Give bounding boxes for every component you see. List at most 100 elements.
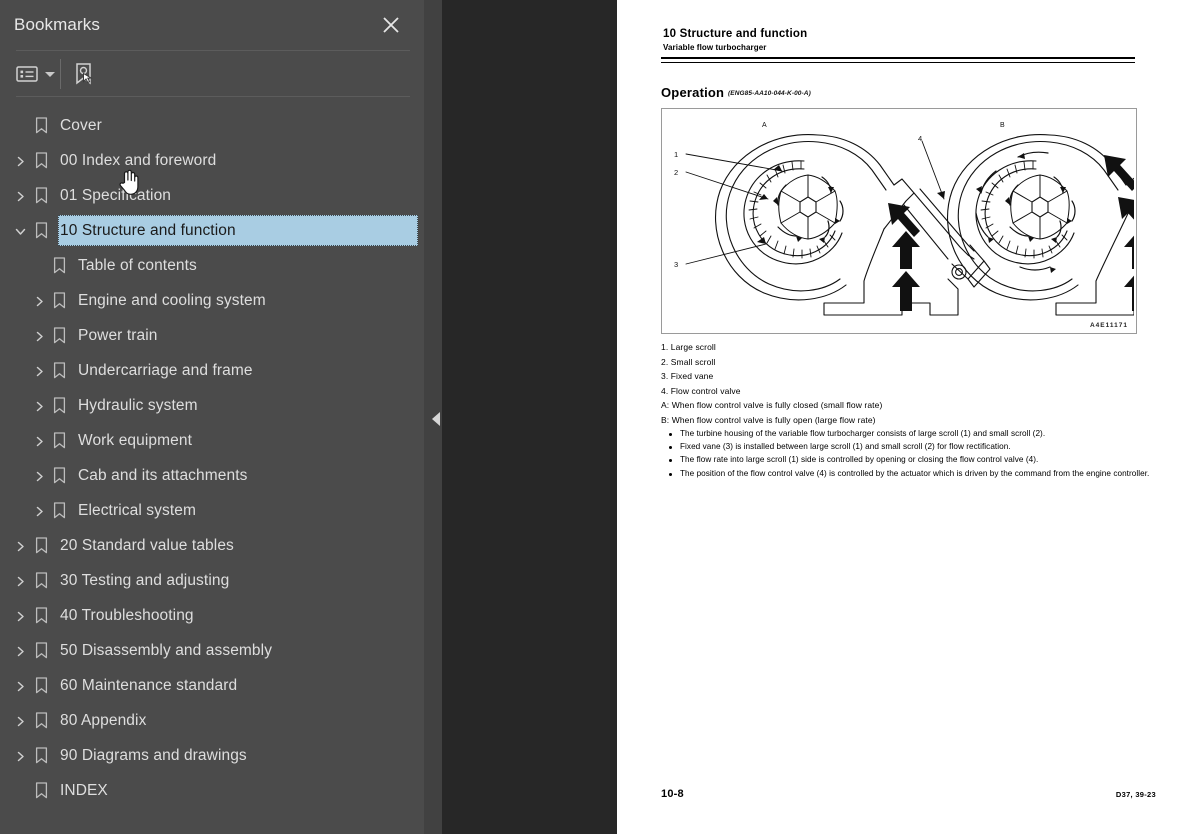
- bullet-item: The position of the flow control valve (…: [669, 468, 1155, 481]
- bookmark-icon: [50, 254, 68, 276]
- chevron-right-icon[interactable]: [29, 501, 49, 521]
- chevron-right-icon[interactable]: [10, 676, 30, 696]
- bookmark-row[interactable]: Hydraulic system: [0, 388, 424, 423]
- bookmark-row[interactable]: Engine and cooling system: [0, 283, 424, 318]
- bullet-item: The flow rate into large scroll (1) side…: [669, 454, 1155, 467]
- bookmark-icon: [32, 149, 50, 171]
- chevron-right-icon[interactable]: [29, 291, 49, 311]
- panel-title: Bookmarks: [14, 15, 100, 34]
- chevron-down-icon: [45, 71, 55, 77]
- bookmark-label: 00 Index and foreword: [60, 151, 217, 169]
- bookmark-label: 30 Testing and adjusting: [60, 571, 230, 589]
- bookmark-tree: Cover 00 Index and foreword 01 Specificati…: [0, 102, 424, 808]
- svg-text:2: 2: [674, 168, 678, 177]
- bookmark-icon: [32, 184, 50, 206]
- chevron-right-icon[interactable]: [29, 361, 49, 381]
- bookmark-label: 01 Specification: [60, 186, 172, 204]
- svg-text:3: 3: [674, 260, 678, 269]
- legend-line: 3. Fixed vane: [661, 371, 714, 382]
- bookmark-label: 40 Troubleshooting: [60, 606, 194, 624]
- bookmark-row[interactable]: Cab and its attachments: [0, 458, 424, 493]
- figure-legend: 1. Large scroll 2. Small scroll 3. Fixed v…: [661, 340, 1135, 428]
- bookmark-icon: [32, 534, 50, 556]
- bookmarks-panel: Bookmarks Cover 00 Index and foreword 01…: [0, 0, 424, 834]
- bookmark-label: Engine and cooling system: [78, 291, 266, 309]
- bookmark-row[interactable]: 20 Standard value tables: [0, 528, 424, 563]
- bookmark-row[interactable]: Power train: [0, 318, 424, 353]
- chevron-right-icon[interactable]: [29, 431, 49, 451]
- bookmark-label: Cover: [60, 116, 102, 134]
- bookmark-row[interactable]: Electrical system: [0, 493, 424, 528]
- bookmark-label: INDEX: [60, 781, 108, 799]
- bookmark-label: 20 Standard value tables: [60, 536, 234, 554]
- viewer-background: [442, 0, 617, 834]
- bookmark-icon: [32, 604, 50, 626]
- bookmark-label: 90 Diagrams and drawings: [60, 746, 247, 764]
- new-bookmark-icon[interactable]: [73, 60, 95, 88]
- description-bullets: The turbine housing of the variable flow…: [661, 428, 1155, 481]
- chevron-down-icon[interactable]: [10, 221, 30, 241]
- collapse-sidebar-button[interactable]: [429, 409, 443, 429]
- list-options-icon[interactable]: [16, 60, 55, 88]
- chevron-right-icon[interactable]: [29, 466, 49, 486]
- chevron-right-icon[interactable]: [10, 186, 30, 206]
- bookmark-icon: [50, 429, 68, 451]
- bookmark-row[interactable]: 50 Disassembly and assembly: [0, 633, 424, 668]
- bookmark-row[interactable]: Undercarriage and frame: [0, 353, 424, 388]
- bookmark-icon: [50, 324, 68, 346]
- bookmark-row[interactable]: INDEX: [0, 773, 424, 808]
- legend-line: 1. Large scroll: [661, 342, 716, 352]
- bookmark-icon: [32, 779, 50, 801]
- section-title: Operation: [661, 85, 725, 100]
- bookmark-icon: [32, 114, 50, 136]
- figure-drawing-code: A4E11171: [1089, 322, 1128, 329]
- chevron-right-icon[interactable]: [10, 151, 30, 171]
- bookmarks-panel-header: Bookmarks: [0, 0, 424, 51]
- chevron-right-icon[interactable]: [10, 536, 30, 556]
- chevron-right-icon[interactable]: [10, 746, 30, 766]
- bookmark-label: 80 Appendix: [60, 711, 147, 729]
- bookmark-row[interactable]: 80 Appendix: [0, 703, 424, 738]
- svg-text:4: 4: [918, 134, 922, 143]
- toolbar-separator: [60, 59, 61, 89]
- chevron-right-icon[interactable]: [29, 396, 49, 416]
- toolbar-divider: [16, 96, 410, 97]
- bookmark-label: Work equipment: [78, 431, 192, 449]
- bookmark-row[interactable]: Work equipment: [0, 423, 424, 458]
- chevron-right-icon[interactable]: [10, 641, 30, 661]
- chevron-right-icon[interactable]: [29, 326, 49, 346]
- svg-text:1: 1: [674, 150, 678, 159]
- page-header-title: 10 Structure and function: [663, 28, 808, 40]
- bookmark-row[interactable]: 90 Diagrams and drawings: [0, 738, 424, 773]
- bookmark-row[interactable]: 01 Specification: [0, 178, 424, 213]
- bookmark-label: Power train: [78, 326, 158, 344]
- pdf-page[interactable]: 10 Structure and function Variable flow …: [617, 0, 1200, 834]
- bookmark-row[interactable]: 10 Structure and function: [0, 213, 424, 248]
- bookmark-icon: [32, 709, 50, 731]
- bookmark-row[interactable]: 60 Maintenance standard: [0, 668, 424, 703]
- bookmark-row[interactable]: 00 Index and foreword: [0, 143, 424, 178]
- bookmark-row[interactable]: 30 Testing and adjusting: [0, 563, 424, 598]
- header-rule: [661, 57, 1135, 63]
- turbocharger-diagram: A B 1 2 3 4: [674, 122, 1134, 316]
- pdf-reader-window: Bookmarks Cover 00 Index and foreword 01…: [0, 0, 1200, 834]
- figure-label-b: B: [1000, 122, 1005, 129]
- bookmark-icon: [32, 639, 50, 661]
- bullet-item: Fixed vane (3) is installed between larg…: [669, 441, 1155, 454]
- legend-line: A: When flow control valve is fully clos…: [661, 400, 883, 411]
- chevron-right-icon[interactable]: [10, 571, 30, 591]
- page-number: 10-8: [661, 788, 684, 800]
- bookmark-row[interactable]: Cover: [0, 108, 424, 143]
- chevron-right-icon[interactable]: [10, 711, 30, 731]
- bookmark-row[interactable]: Table of contents: [0, 248, 424, 283]
- bookmark-label: 50 Disassembly and assembly: [60, 641, 273, 659]
- close-icon[interactable]: [378, 12, 404, 38]
- section-code: (ENG85-AA10-044-K-00-A): [728, 90, 811, 97]
- bookmark-label: 60 Maintenance standard: [60, 676, 238, 694]
- bookmark-icon: [50, 289, 68, 311]
- chevron-right-icon[interactable]: [10, 606, 30, 626]
- bookmark-row[interactable]: 40 Troubleshooting: [0, 598, 424, 633]
- bookmark-icon: [50, 464, 68, 486]
- bookmark-label: Hydraulic system: [78, 396, 198, 414]
- page-header-subtitle: Variable flow turbocharger: [663, 43, 767, 52]
